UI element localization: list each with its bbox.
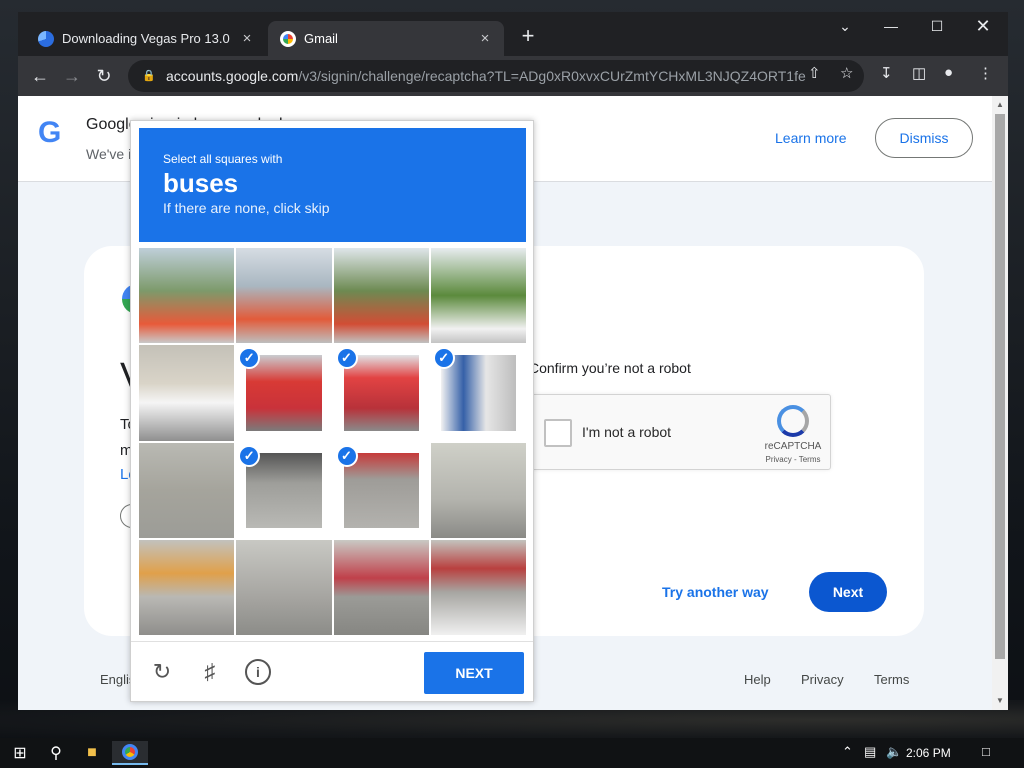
search-icon[interactable]: ⚲ <box>38 741 74 765</box>
confirm-robot-text: Confirm you’re not a robot <box>529 360 691 376</box>
recaptcha-links[interactable]: Privacy - Terms <box>758 455 828 464</box>
grid-tile[interactable]: ✓ <box>236 442 332 538</box>
taskbar-clock[interactable]: 2:06 PM <box>906 746 951 760</box>
new-tab-button[interactable]: + <box>516 25 540 49</box>
download-icon[interactable]: ↧ <box>880 64 893 82</box>
address-bar[interactable]: 🔒 accounts.google.com/v3/signin/challeng… <box>128 60 864 92</box>
recaptcha-challenge-popup: Select all squares with buses If there a… <box>130 120 534 702</box>
grid-tile[interactable] <box>139 442 235 538</box>
reload-icon[interactable]: ↻ <box>90 62 118 90</box>
bookmark-star-icon[interactable]: ☆ <box>840 64 853 82</box>
tab-title: Downloading Vegas Pro 13.0 Bu <box>62 31 232 46</box>
reload-challenge-icon[interactable]: ↻ <box>149 659 175 685</box>
challenge-hint: If there are none, click skip <box>163 200 330 216</box>
windows-start-icon[interactable]: ⊞ <box>2 741 38 765</box>
selected-check-icon: ✓ <box>432 347 455 370</box>
dismiss-button[interactable]: Dismiss <box>875 118 973 158</box>
grid-tile[interactable] <box>139 345 235 441</box>
help-link[interactable]: Help <box>744 672 771 687</box>
grid-tile[interactable]: ✓ <box>333 442 429 538</box>
tab-favicon-icon <box>38 30 54 47</box>
challenge-target: buses <box>163 168 239 198</box>
verify-next-button[interactable]: NEXT <box>424 652 524 694</box>
challenge-header: Select all squares with buses If there a… <box>139 128 526 242</box>
lock-icon: 🔒 <box>142 70 156 82</box>
challenge-instruction: Select all squares with <box>163 152 283 166</box>
share-icon[interactable]: ⇧ <box>808 64 821 82</box>
audio-challenge-icon[interactable]: ♯ <box>197 659 223 685</box>
terms-link[interactable]: Terms <box>874 672 909 687</box>
tab-gmail[interactable]: Gmail × <box>268 21 504 56</box>
grid-tile[interactable]: ✓ <box>430 345 526 441</box>
tab-title: Gmail <box>304 31 338 46</box>
file-explorer-icon[interactable]: ■ <box>74 741 110 765</box>
info-icon[interactable]: i <box>245 659 271 685</box>
scrollbar[interactable]: ▲ ▼ <box>992 96 1008 710</box>
grid-tile[interactable] <box>236 539 332 635</box>
challenge-footer: ↻ ♯ i NEXT <box>131 641 533 701</box>
grid-tile[interactable] <box>430 442 526 538</box>
grid-tile[interactable] <box>430 248 526 344</box>
tab-downloading[interactable]: Downloading Vegas Pro 13.0 Bu × <box>26 21 266 56</box>
scroll-up-icon[interactable]: ▲ <box>996 100 1004 109</box>
scroll-down-icon[interactable]: ▼ <box>996 696 1004 705</box>
forward-arrow-icon[interactable]: → <box>58 62 86 90</box>
challenge-image-grid: ✓ ✓ ✓ ✓ ✓ <box>139 248 526 635</box>
tab-search-chevron-icon[interactable]: ⌄ <box>822 12 868 40</box>
maximize-button[interactable]: ☐ <box>914 12 960 40</box>
taskbar: ⊞ ⚲ ■ ⌃ ▤ 🔈 2:06 PM □ <box>0 738 1024 768</box>
tab-close-icon[interactable]: × <box>478 30 492 47</box>
grid-tile[interactable] <box>139 248 235 344</box>
next-button[interactable]: Next <box>809 572 887 612</box>
side-panel-icon[interactable]: ◫ <box>912 64 926 82</box>
google-favicon-icon <box>280 30 296 47</box>
grid-tile[interactable] <box>139 539 235 635</box>
tab-close-icon[interactable]: × <box>240 30 254 47</box>
url-host: accounts.google.com <box>166 68 299 84</box>
back-arrow-icon[interactable]: ← <box>26 62 54 90</box>
scroll-thumb[interactable] <box>995 114 1005 659</box>
recaptcha-widget: I'm not a robot reCAPTCHA Privacy - Term… <box>531 394 831 470</box>
selected-check-icon: ✓ <box>238 444 261 467</box>
grid-tile[interactable] <box>333 539 429 635</box>
learn-more-link[interactable]: Learn more <box>775 130 847 146</box>
privacy-link[interactable]: Privacy <box>801 672 844 687</box>
recaptcha-logo-icon <box>777 405 809 437</box>
grid-tile[interactable]: ✓ <box>333 345 429 441</box>
volume-muted-icon[interactable]: 🔈 <box>886 744 902 760</box>
not-robot-label: I'm not a robot <box>582 424 672 440</box>
browser-toolbar: ← → ↻ 🔒 accounts.google.com/v3/signin/ch… <box>18 56 1008 96</box>
google-logo-icon: G <box>38 116 62 149</box>
notifications-icon[interactable]: □ <box>982 744 990 759</box>
tab-strip: Downloading Vegas Pro 13.0 Bu × Gmail × … <box>18 12 1008 56</box>
try-another-way-link[interactable]: Try another way <box>662 584 769 600</box>
url-path: /v3/signin/challenge/recaptcha?TL=ADg0xR… <box>298 68 806 84</box>
banner-subtitle: We've i <box>86 146 132 162</box>
minimize-button[interactable]: — <box>868 12 914 40</box>
grid-tile[interactable]: ✓ <box>236 345 332 441</box>
grid-tile[interactable] <box>236 248 332 344</box>
selected-check-icon: ✓ <box>335 444 358 467</box>
tray-chevron-icon[interactable]: ⌃ <box>842 744 853 760</box>
close-window-button[interactable]: ✕ <box>960 12 1006 40</box>
chrome-taskbar-icon[interactable] <box>112 741 148 765</box>
not-robot-checkbox[interactable] <box>544 419 572 447</box>
network-icon[interactable]: ▤ <box>864 744 876 760</box>
grid-tile[interactable] <box>430 539 526 635</box>
profile-icon[interactable]: ● <box>944 64 953 81</box>
grid-tile[interactable] <box>333 248 429 344</box>
recaptcha-brand: reCAPTCHA <box>764 441 822 452</box>
selected-check-icon: ✓ <box>335 347 358 370</box>
menu-kebab-icon[interactable]: ⋮ <box>978 64 993 82</box>
